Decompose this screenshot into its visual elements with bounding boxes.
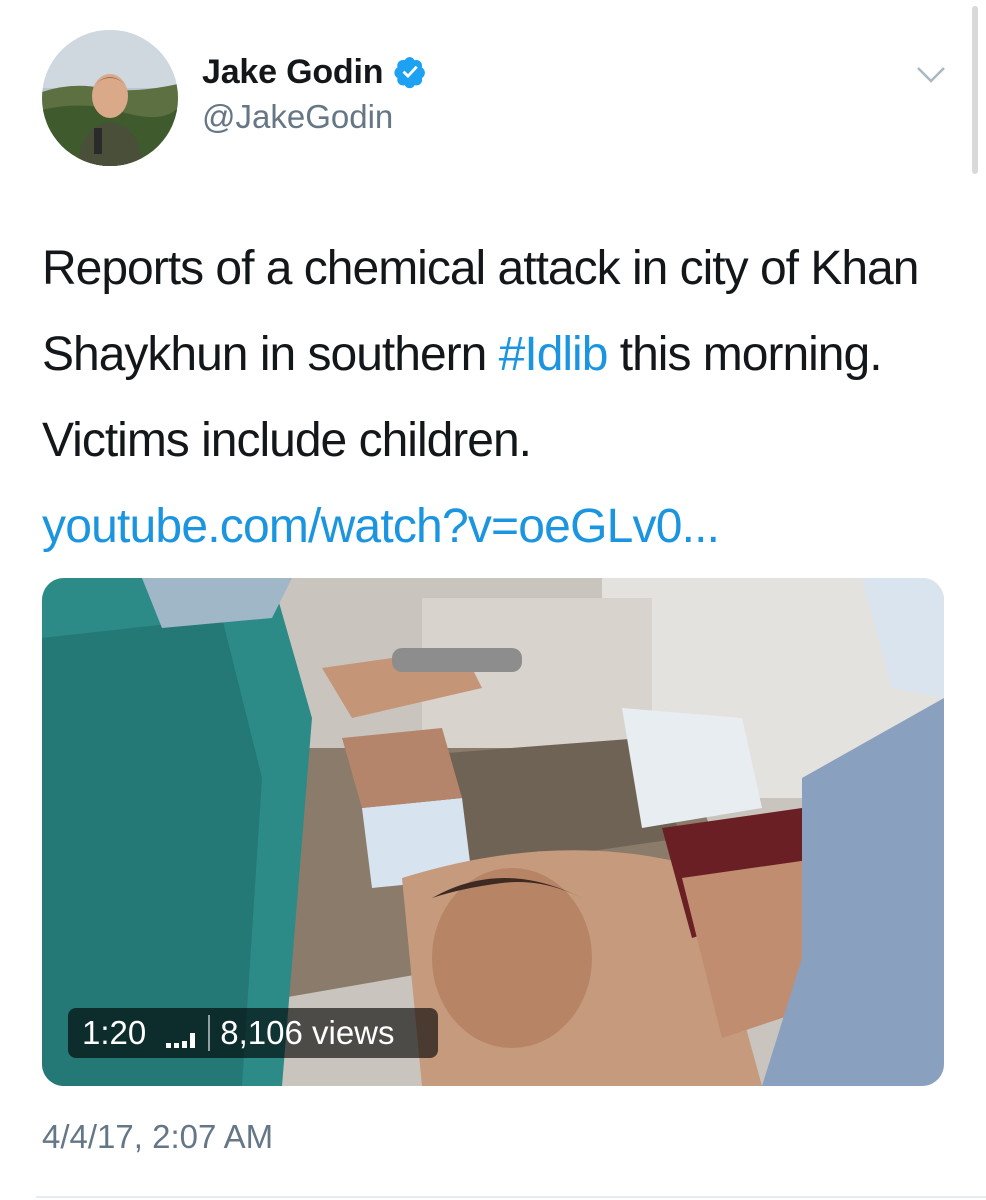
verified-badge-icon (393, 55, 427, 89)
hashtag-link[interactable]: #Idlib (499, 328, 609, 381)
divider (36, 1196, 986, 1198)
author-handle[interactable]: @JakeGodin (202, 98, 393, 136)
author-name-row[interactable]: Jake Godin (202, 50, 427, 94)
video-info-badge: 1:20 8,106 views (68, 1008, 438, 1058)
author-display-name[interactable]: Jake Godin (202, 53, 383, 92)
chevron-down-icon[interactable] (914, 60, 948, 90)
signal-bars-icon (164, 1021, 198, 1048)
avatar[interactable] (42, 30, 178, 166)
tweet-text: Reports of a chemical attack in city of … (42, 226, 947, 570)
video-view-count: 8,106 views (220, 1014, 395, 1051)
tweet-url-link[interactable]: youtube.com/watch?v=oeGLv0... (42, 484, 720, 570)
tweet-timestamp[interactable]: 4/4/17, 2:07 AM (42, 1118, 273, 1156)
scrollbar[interactable] (972, 6, 978, 174)
badge-divider (208, 1015, 211, 1051)
video-duration: 1:20 (82, 1014, 147, 1051)
